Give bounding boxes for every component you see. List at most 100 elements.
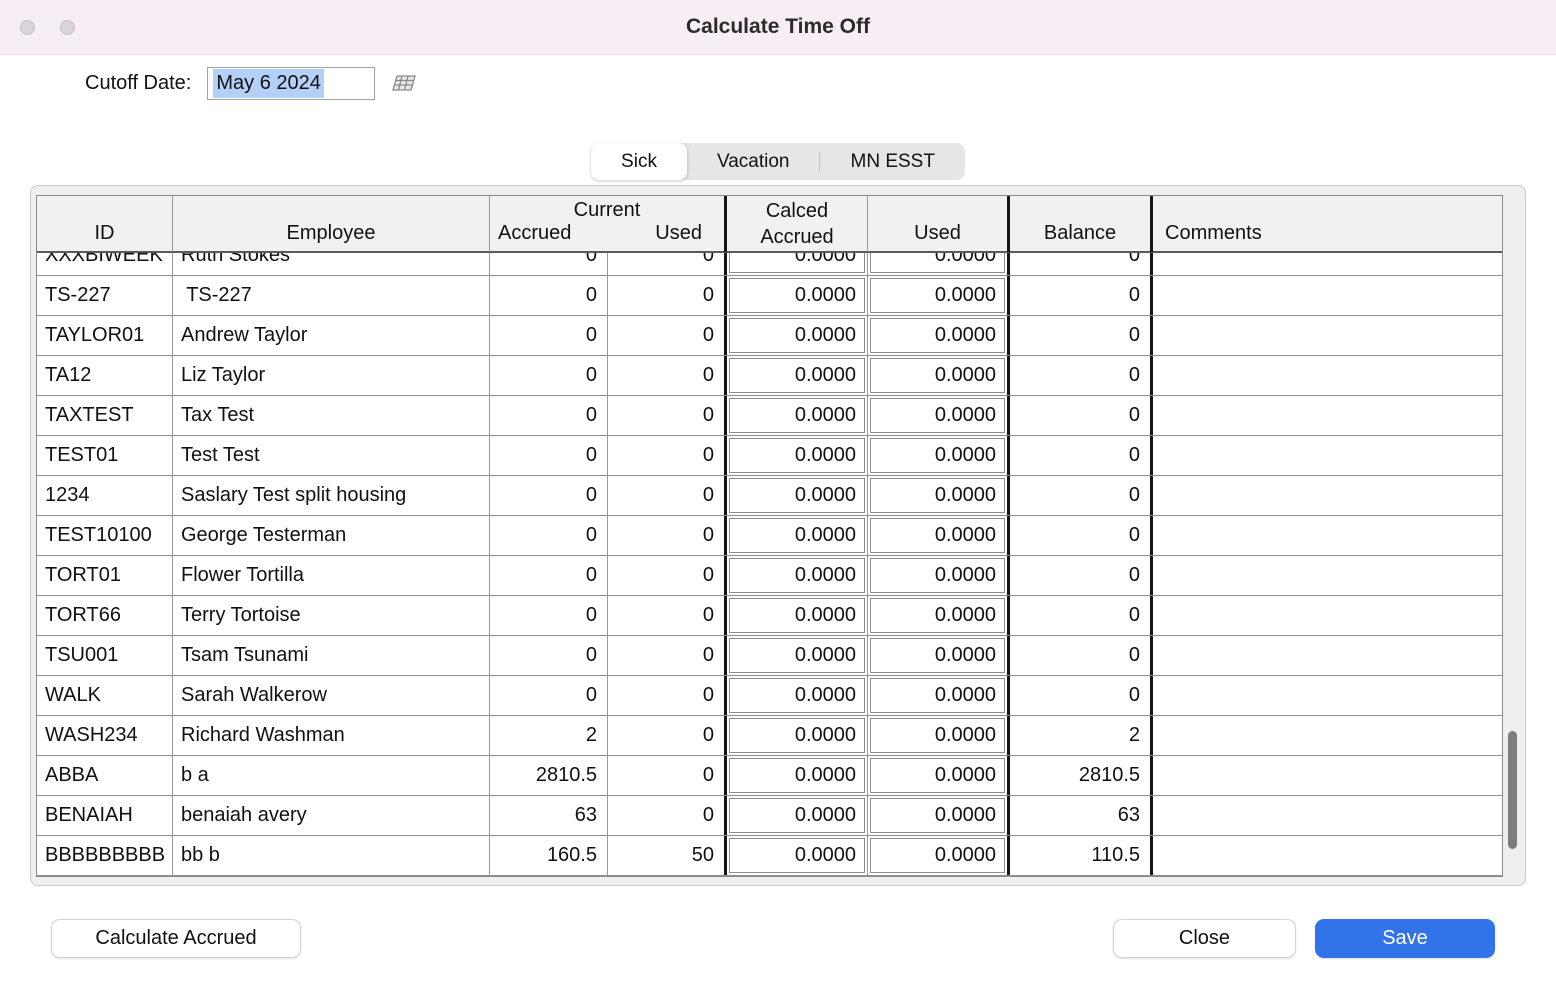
cell-comments[interactable] [1150, 796, 1502, 835]
table-row[interactable]: 1234 Saslary Test split housing 0 0 0.00… [37, 476, 1502, 516]
calced-used-field[interactable]: 0.0000 [870, 838, 1005, 873]
tab-mn-esst[interactable]: MN ESST [820, 143, 964, 180]
cell-balance: 0 [1007, 636, 1150, 675]
cell-comments[interactable] [1150, 676, 1502, 715]
close-button[interactable]: Close [1113, 919, 1296, 958]
cell-comments[interactable] [1150, 436, 1502, 475]
cell-calced-used: 0.0000 [867, 836, 1007, 875]
table-row[interactable]: TEST10100 George Testerman 0 0 0.0000 0.… [37, 516, 1502, 556]
table-row[interactable]: WASH234 Richard Washman 2 0 0.0000 0.000… [37, 716, 1502, 756]
calendar-icon[interactable] [391, 73, 417, 95]
cell-comments[interactable] [1150, 556, 1502, 595]
cell-comments[interactable] [1150, 636, 1502, 675]
calced-accrued-field[interactable]: 0.0000 [729, 278, 865, 313]
calced-accrued-field[interactable]: 0.0000 [729, 718, 865, 753]
table-row[interactable]: TAXTEST Tax Test 0 0 0.0000 0.0000 0 [37, 396, 1502, 436]
cell-id: TA12 [45, 364, 92, 386]
calced-accrued-field[interactable]: 0.0000 [729, 558, 865, 593]
tab-vacation[interactable]: Vacation [687, 143, 820, 180]
calced-accrued-field[interactable]: 0.0000 [729, 838, 865, 873]
calced-accrued-field[interactable]: 0.0000 [729, 758, 865, 793]
cell-calced-accrued: 0.0000 [724, 556, 867, 595]
calced-used-field[interactable]: 0.0000 [870, 358, 1005, 393]
table-row[interactable]: TS-227 TS-227 0 0 0.0000 0.0000 0 [37, 276, 1502, 316]
table-row[interactable]: TORT66 Terry Tortoise 0 0 0.0000 0.0000 … [37, 596, 1502, 636]
cell-calced-accrued: 0.0000 [724, 796, 867, 835]
cell-comments[interactable] [1150, 356, 1502, 395]
cell-employee: Saslary Test split housing [172, 476, 489, 515]
cell-calced-accrued: 0.0000 [724, 436, 867, 475]
calced-accrued-field[interactable]: 0.0000 [729, 398, 865, 433]
cell-id: WASH234 [45, 724, 138, 746]
cell-employee: b a [172, 756, 489, 795]
vertical-scrollbar-thumb[interactable] [1508, 731, 1517, 849]
calced-used-field[interactable]: 0.0000 [870, 798, 1005, 833]
calced-accrued-field[interactable]: 0.0000 [729, 598, 865, 633]
calced-accrued-field[interactable]: 0.0000 [729, 478, 865, 513]
table-row[interactable]: TSU001 Tsam Tsunami 0 0 0.0000 0.0000 0 [37, 636, 1502, 676]
calced-used-field[interactable]: 0.0000 [870, 398, 1005, 433]
calced-accrued-field[interactable]: 0.0000 [729, 253, 865, 273]
cell-comments[interactable] [1150, 756, 1502, 795]
cell-calced-accrued: 0.0000 [724, 396, 867, 435]
cell-comments[interactable] [1150, 476, 1502, 515]
window-title: Calculate Time Off [686, 15, 870, 38]
calced-used-field[interactable]: 0.0000 [870, 438, 1005, 473]
cell-comments[interactable] [1150, 596, 1502, 635]
cell-id: TAXTEST [45, 404, 134, 426]
calculate-accrued-button[interactable]: Calculate Accrued [51, 919, 301, 958]
calced-used-field[interactable]: 0.0000 [870, 598, 1005, 633]
table-row[interactable]: TA12 Liz Taylor 0 0 0.0000 0.0000 0 [37, 356, 1502, 396]
table-row[interactable]: XXXBIWEEK Ruth Stokes 0 0 0.0000 0.0000 … [37, 253, 1502, 276]
calced-used-field[interactable]: 0.0000 [870, 253, 1005, 273]
calced-accrued-field[interactable]: 0.0000 [729, 318, 865, 353]
cell-current-used: 0 [607, 276, 724, 315]
cell-comments[interactable] [1150, 396, 1502, 435]
cell-comments[interactable] [1150, 253, 1502, 275]
table-row[interactable]: TAYLOR01 Andrew Taylor 0 0 0.0000 0.0000… [37, 316, 1502, 356]
table-row[interactable]: TEST01 Test Test 0 0 0.0000 0.0000 0 [37, 436, 1502, 476]
cell-comments[interactable] [1150, 516, 1502, 555]
table-row[interactable]: BENAIAH benaiah avery 63 0 0.0000 0.0000… [37, 796, 1502, 836]
calced-used-field[interactable]: 0.0000 [870, 718, 1005, 753]
calced-used-field[interactable]: 0.0000 [870, 758, 1005, 793]
cell-current-used: 0 [607, 556, 724, 595]
cutoff-date-input[interactable]: May 6 2024 [207, 67, 376, 100]
calced-used-field[interactable]: 0.0000 [870, 318, 1005, 353]
calced-used-field[interactable]: 0.0000 [870, 278, 1005, 313]
calced-used-field[interactable]: 0.0000 [870, 478, 1005, 513]
cell-calced-accrued: 0.0000 [724, 756, 867, 795]
cell-balance: 2810.5 [1007, 756, 1150, 795]
calced-accrued-field[interactable]: 0.0000 [729, 798, 865, 833]
cell-comments[interactable] [1150, 276, 1502, 315]
calced-accrued-field[interactable]: 0.0000 [729, 438, 865, 473]
calced-accrued-field[interactable]: 0.0000 [729, 518, 865, 553]
calced-used-field[interactable]: 0.0000 [870, 518, 1005, 553]
cell-balance: 0 [1007, 596, 1150, 635]
minimize-window-icon[interactable] [60, 20, 75, 35]
cell-comments[interactable] [1150, 716, 1502, 755]
tab-sick[interactable]: Sick [591, 143, 687, 180]
save-button[interactable]: Save [1315, 919, 1495, 958]
calced-accrued-field[interactable]: 0.0000 [729, 638, 865, 673]
header-calced-used: Used [867, 196, 1007, 252]
calced-used-field[interactable]: 0.0000 [870, 558, 1005, 593]
cell-balance: 0 [1007, 476, 1150, 515]
cell-calced-accrued: 0.0000 [724, 716, 867, 755]
table-row[interactable]: WALK Sarah Walkerow 0 0 0.0000 0.0000 0 [37, 676, 1502, 716]
close-window-icon[interactable] [20, 20, 35, 35]
cell-id: TAYLOR01 [45, 324, 145, 346]
table-row[interactable]: TORT01 Flower Tortilla 0 0 0.0000 0.0000… [37, 556, 1502, 596]
cell-id: TEST01 [45, 444, 119, 466]
table-row[interactable]: ABBA b a 2810.5 0 0.0000 0.0000 2810.5 [37, 756, 1502, 796]
calced-used-field[interactable]: 0.0000 [870, 678, 1005, 713]
calced-used-field[interactable]: 0.0000 [870, 638, 1005, 673]
calced-accrued-field[interactable]: 0.0000 [729, 358, 865, 393]
table-row[interactable]: BBBBBBBBB bb b 160.5 50 0.0000 0.0000 11… [37, 836, 1502, 876]
cell-comments[interactable] [1150, 316, 1502, 355]
timeoff-tab-bar: Sick Vacation MN ESST [591, 143, 965, 180]
calced-accrued-field[interactable]: 0.0000 [729, 678, 865, 713]
cell-current-accrued: 2810.5 [489, 756, 607, 795]
cell-comments[interactable] [1150, 836, 1502, 875]
cell-calced-accrued: 0.0000 [724, 253, 867, 275]
